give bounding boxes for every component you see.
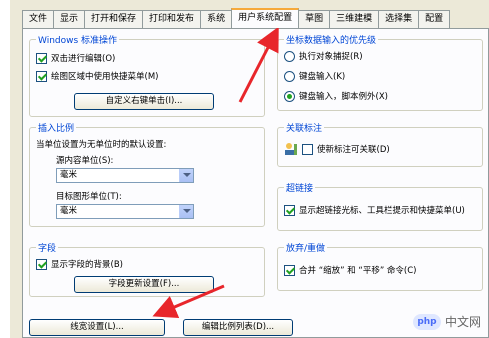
tab-open-save[interactable]: 打开和保存 <box>84 10 144 28</box>
tab-file[interactable]: 文件 <box>22 10 55 28</box>
source-units-select[interactable]: 毫米 <box>56 168 194 183</box>
checkbox[interactable] <box>284 204 295 216</box>
checkbox[interactable] <box>36 52 47 64</box>
group-title: 坐标数据输入的优先级 <box>284 33 379 46</box>
insertion-scale-description: 当单位设置为无单位时的默认设置: <box>36 140 167 150</box>
tab-selection[interactable]: 选择集 <box>378 10 420 28</box>
insertion-scale-group: 插入比例 当单位设置为无单位时的默认设置: 源内容单位(S): 毫米 目标图形单… <box>29 121 265 227</box>
shortcut-menu-option[interactable]: 绘图区域中使用快捷菜单(M) <box>36 70 158 82</box>
target-units-select[interactable]: 毫米 <box>56 204 194 219</box>
associative-dimension-option[interactable]: 使新标注可关联(D) <box>284 142 390 156</box>
target-units-label: 目标图形单位(T): <box>56 192 122 202</box>
chevron-down-icon[interactable] <box>179 169 193 182</box>
checkbox-label: 合并 “缩放” 和 “平移” 命令(C) <box>299 266 417 276</box>
right-click-customization-button[interactable]: 自定义右键单击(I)... <box>74 93 214 110</box>
undo-redo-group: 放弃/重做 合并 “缩放” 和 “平移” 命令(C) <box>277 241 483 291</box>
group-title: 插入比例 <box>36 121 77 134</box>
checkbox-label: 双击进行编辑(O) <box>51 54 116 64</box>
checkbox-label: 显示超链接光标、工具栏提示和快捷菜单(U) <box>299 206 465 216</box>
chevron-down-icon[interactable] <box>179 205 193 218</box>
coordinate-priority-group: 坐标数据输入的优先级 执行对象捕捉(R) 键盘输入(K) 键盘输入，脚本例外(X… <box>277 33 483 111</box>
tab-system[interactable]: 系统 <box>200 10 233 28</box>
radio-button[interactable] <box>284 90 295 102</box>
tab-plot-publish[interactable]: 打印和发布 <box>142 10 202 28</box>
group-title: Windows 标准操作 <box>36 33 120 46</box>
tab-display[interactable]: 显示 <box>53 10 86 28</box>
hyperlink-cursor-option[interactable]: 显示超链接光标、工具栏提示和快捷菜单(U) <box>284 204 465 216</box>
checkbox[interactable] <box>284 264 295 276</box>
fields-group: 字段 显示字段的背景(B) 字段更新设置(F)... <box>29 241 265 297</box>
source-units-label: 源内容单位(S): <box>56 156 114 166</box>
checkbox-label: 绘图区域中使用快捷菜单(M) <box>51 72 159 82</box>
select-value: 毫米 <box>60 170 78 180</box>
group-title: 字段 <box>36 241 59 254</box>
dimension-icon <box>285 143 297 155</box>
field-background-option[interactable]: 显示字段的背景(B) <box>36 258 123 270</box>
group-title: 放弃/重做 <box>284 241 328 254</box>
windows-standard-group: Windows 标准操作 双击进行编辑(O) 绘图区域中使用快捷菜单(M) 自定… <box>29 33 265 117</box>
watermark: php 中文网 <box>412 313 481 330</box>
group-title: 关联标注 <box>284 121 325 134</box>
php-logo-icon: php <box>412 313 441 330</box>
options-dialog: 文件 显示 打开和保存 打印和发布 系统 用户系统配置 草图 三维建模 选择集 … <box>10 0 489 338</box>
group-title: 超链接 <box>284 181 316 194</box>
checkbox[interactable] <box>302 143 313 155</box>
checkbox-label: 使新标注可关联(D) <box>317 145 390 155</box>
radio-label: 执行对象捕捉(R) <box>299 52 363 62</box>
tab-drafting[interactable]: 草图 <box>298 10 331 28</box>
radio-label: 键盘输入(K) <box>299 72 346 82</box>
field-update-settings-button[interactable]: 字段更新设置(F)... <box>74 276 214 293</box>
tab-bar: 文件 显示 打开和保存 打印和发布 系统 用户系统配置 草图 三维建模 选择集 … <box>22 8 451 28</box>
watermark-text: 中文网 <box>444 315 481 329</box>
radio-button[interactable] <box>284 50 295 62</box>
associative-dimension-group: 关联标注 使新标注可关联(D) <box>277 121 483 167</box>
combine-zoom-pan-option[interactable]: 合并 “缩放” 和 “平移” 命令(C) <box>284 264 417 276</box>
radio-label: 键盘输入，脚本例外(X) <box>299 92 388 102</box>
lineweight-settings-button[interactable]: 线宽设置(L)... <box>29 319 165 336</box>
checkbox-label: 显示字段的背景(B) <box>51 260 123 270</box>
radio-button[interactable] <box>284 70 295 82</box>
tab-panel: Windows 标准操作 双击进行编辑(O) 绘图区域中使用快捷菜单(M) 自定… <box>22 28 489 338</box>
edit-scale-list-button[interactable]: 编辑比例列表(D)... <box>183 319 293 336</box>
tab-profiles[interactable]: 配置 <box>418 10 451 28</box>
checkbox[interactable] <box>36 258 47 270</box>
keyboard-entry-option[interactable]: 键盘输入(K) <box>284 70 345 82</box>
tab-3d-modeling[interactable]: 三维建模 <box>329 10 380 28</box>
double-click-edit-option[interactable]: 双击进行编辑(O) <box>36 52 115 64</box>
running-osnap-option[interactable]: 执行对象捕捉(R) <box>284 50 363 62</box>
select-value: 毫米 <box>60 206 78 216</box>
hyperlink-group: 超链接 显示超链接光标、工具栏提示和快捷菜单(U) <box>277 181 483 231</box>
keyboard-entry-except-scripts-option[interactable]: 键盘输入，脚本例外(X) <box>284 90 388 102</box>
checkbox[interactable] <box>36 70 47 82</box>
tab-user-preferences[interactable]: 用户系统配置 <box>231 8 300 28</box>
